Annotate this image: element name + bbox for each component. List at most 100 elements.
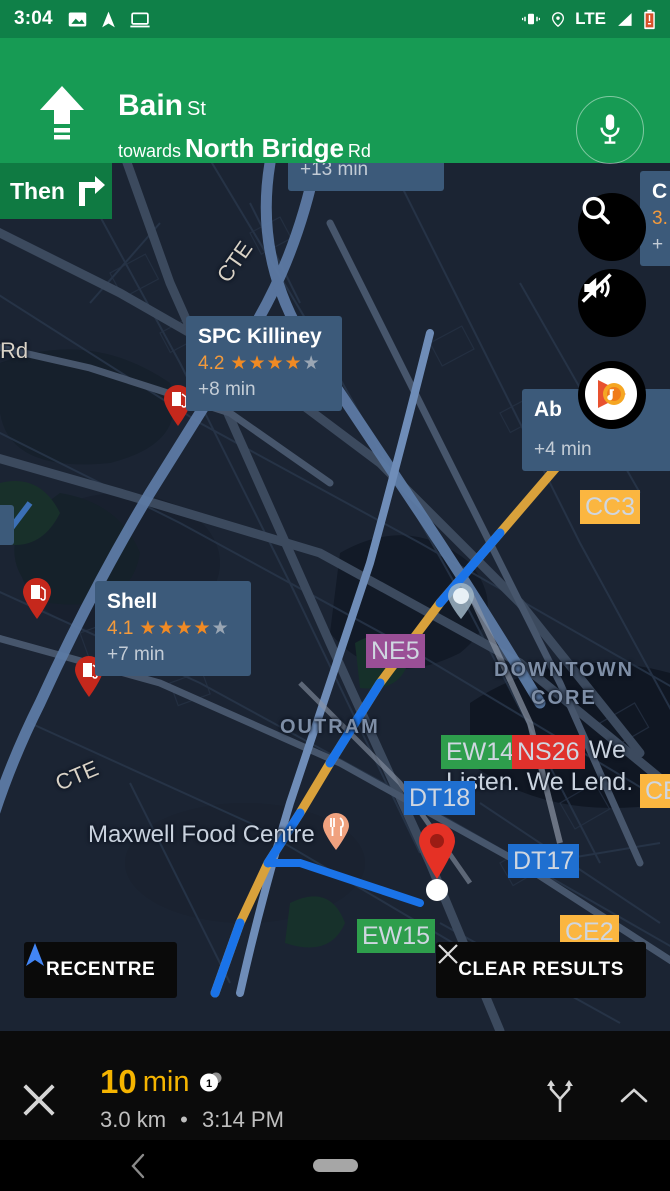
poi-stars: ★ [0,513,2,535]
status-bar-notification-icons [67,9,151,30]
straight-ahead-arrow-icon [40,86,84,140]
transit-badge: NE5 [366,634,425,668]
home-pill-icon[interactable] [313,1159,358,1172]
poi-stars: ★★★★★ [230,353,321,374]
label-text: Rd [0,338,29,363]
microphone-icon [600,114,620,144]
eta-row: 10 min 1 [100,1063,284,1101]
transit-badge: EW15 [357,919,436,953]
navigation-header: Bain St towards North Bridge Rd [0,38,670,164]
trip-distance-arrival: 3.0 km • 3:14 PM [100,1107,284,1133]
poi-name: C [652,180,668,203]
label-text: CORE [531,687,597,709]
clear-results-label: CLEAR RESULTS [458,959,624,980]
route-alternatives-button[interactable] [544,1079,576,1113]
poi-label-maxwell-food-centre: Maxwell Food Centre [88,821,315,849]
poi-eta: +7 min [107,644,165,665]
system-navigation-bar [0,1140,670,1191]
trip-summary: 10 min 1 3.0 km • 3:14 PM [100,1063,284,1133]
poi-eta: +4 min [534,439,592,460]
status-bar: 3:04 LTE [0,0,670,38]
poi-rating: 4.2 ★★★★★ [198,353,330,375]
network-type-label: LTE [575,9,606,28]
poi-name: Shell [107,590,158,613]
poi-card-shell[interactable]: Shell 4.1 ★★★★★ +7 min [95,581,251,676]
transit-badge-label: CC3 [585,493,636,521]
voice-command-button[interactable] [576,96,644,164]
close-x-icon [438,944,458,964]
poi-rating: 4.1 ★★★★★ [107,618,239,640]
transit-badge-label: CE [645,777,670,805]
volume-muted-icon [581,273,612,303]
sheet-actions [544,1079,648,1113]
maps-navigation-screen: CC3 NE5 EW14 NS26 DT18 DT17 CE EW15 CE2 … [0,0,670,1191]
trip-arrival-time: 3:14 PM [201,1107,284,1132]
transit-badge-label: EW15 [362,922,431,950]
battery-icon [644,9,655,29]
status-bar-system-icons: LTE [521,9,656,30]
location-icon [552,11,565,27]
navigation-arrow-icon [101,11,115,27]
transit-badge-label: NS26 [517,738,580,766]
turn-right-arrow-icon [78,176,105,206]
eta-duration-value: 10 [100,1063,137,1100]
map-canvas[interactable]: CC3 NE5 EW14 NS26 DT18 DT17 CE EW15 CE2 … [0,163,670,1031]
back-chevron-icon[interactable] [128,1152,148,1180]
end-navigation-button[interactable] [20,1081,58,1119]
image-icon [68,12,87,26]
poi-card-partial-left[interactable]: ★ [0,505,14,545]
signal-icon [618,12,632,26]
status-bar-clock: 3:04 [14,8,53,29]
transit-badge: NS26 [512,735,585,769]
towards-street-name: North Bridge [185,133,344,163]
then-label: Then [10,177,65,204]
transit-badge: CC3 [580,490,641,524]
transit-badge: DT18 [404,781,476,815]
traffic-delay-badge: 1 [199,1070,224,1095]
navigation-instruction: Bain St towards North Bridge Rd [118,88,550,168]
transit-badge-label: NE5 [371,637,420,665]
district-label-core: CORE [531,687,597,710]
music-fab[interactable] [578,361,646,429]
road-label-rd: Rd [0,338,28,364]
current-street-suffix: St [187,98,206,120]
transit-badge: EW14 [441,735,520,769]
then-maneuver-badge: Then [0,163,112,219]
poi-rating: 3. [652,208,670,230]
navigation-arrow-icon [26,943,44,966]
towards-prefix: towards [118,141,182,161]
towards-street: towards North Bridge Rd [118,131,550,168]
mute-fab[interactable] [578,269,646,337]
traffic-delay-value: 1 [206,1078,212,1090]
label-text: OUTRAM [280,716,380,738]
district-label-outram: OUTRAM [280,716,380,739]
current-street: Bain St [118,88,550,127]
cast-screen-icon [130,12,150,27]
towards-street-suffix: Rd [347,141,371,161]
poi-card-spc-killiney[interactable]: SPC Killiney 4.2 ★★★★★ +8 min [186,316,342,411]
poi-eta: +8 min [198,379,256,400]
trip-distance: 3.0 km [100,1107,167,1132]
play-music-icon [579,362,643,426]
search-fab[interactable] [578,193,646,261]
transit-badge-label: DT17 [513,847,575,875]
transit-badge-label: EW14 [446,738,515,766]
recentre-button[interactable]: RECENTRE [24,942,178,998]
poi-score: 3. [652,208,668,229]
expand-sheet-button[interactable] [620,1086,648,1106]
current-street-name: Bain [118,89,184,122]
clear-results-button[interactable]: CLEAR RESULTS [436,942,646,998]
poi-eta: + [652,234,664,255]
traffic-delay-icon: 1 [200,1072,222,1091]
poi-name: SPC Killiney [198,325,322,348]
label-text: DOWNTOWN [494,659,635,681]
transit-badge-label: DT18 [409,784,471,812]
poi-stars: ★★★★★ [139,618,230,639]
transit-badge: CE [640,774,670,808]
trip-status-sheet: 10 min 1 3.0 km • 3:14 PM [0,1031,670,1140]
district-label-downtown: DOWNTOWN [494,659,634,682]
vibrate-icon [522,13,541,25]
transit-badge: DT17 [508,844,580,878]
poi-score: 4.1 [107,618,134,639]
recentre-label: RECENTRE [46,959,156,980]
